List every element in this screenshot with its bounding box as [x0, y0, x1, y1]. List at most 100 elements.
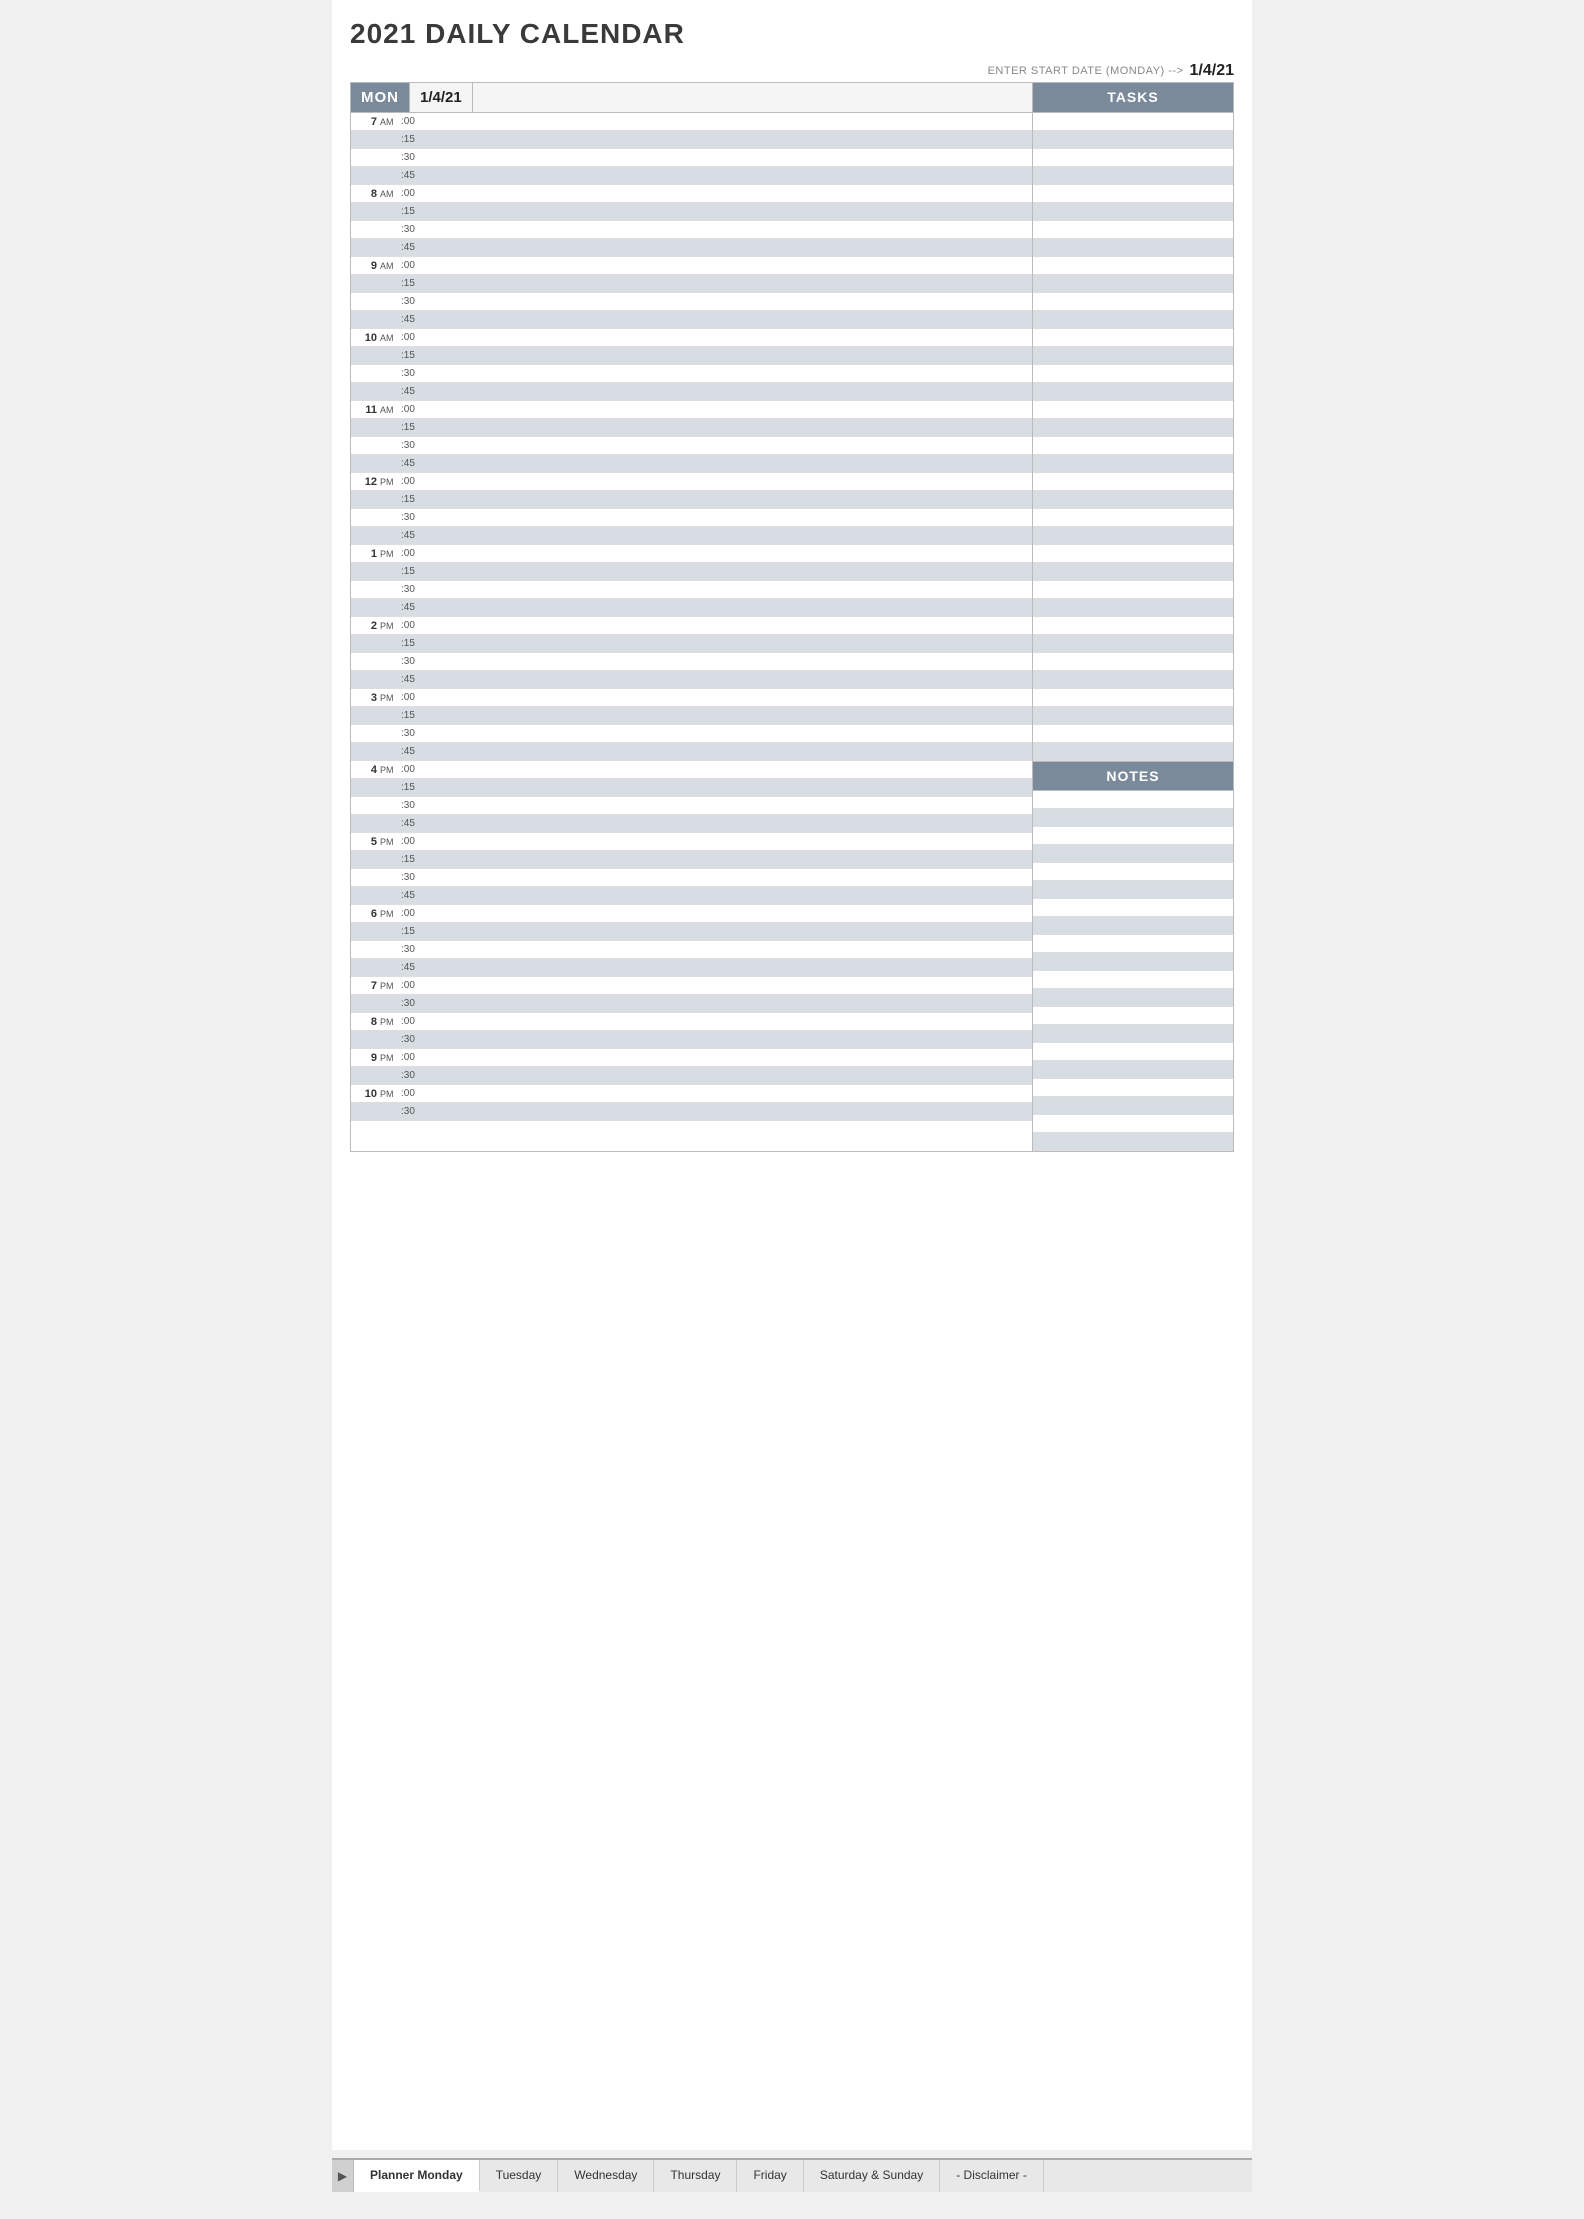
time-row[interactable]: 1PM:00 [351, 545, 1032, 563]
note-row[interactable] [1033, 953, 1233, 971]
task-row[interactable] [1033, 491, 1233, 509]
time-row[interactable]: :15 [351, 491, 1032, 509]
note-row[interactable] [1033, 989, 1233, 1007]
time-row[interactable]: :15 [351, 347, 1032, 365]
time-row[interactable]: 9PM:00 [351, 1049, 1032, 1067]
time-row[interactable]: 12PM:00 [351, 473, 1032, 491]
task-row[interactable] [1033, 599, 1233, 617]
time-row[interactable]: :30 [351, 293, 1032, 311]
time-row[interactable]: :30 [351, 1103, 1032, 1121]
time-row[interactable]: :30 [351, 365, 1032, 383]
time-row[interactable]: :15 [351, 563, 1032, 581]
task-row[interactable] [1033, 545, 1233, 563]
task-row[interactable] [1033, 689, 1233, 707]
tab-planner-monday[interactable]: Planner Monday [354, 2160, 480, 2192]
time-row[interactable]: :45 [351, 527, 1032, 545]
note-row[interactable] [1033, 827, 1233, 845]
time-row[interactable]: :30 [351, 1031, 1032, 1049]
note-row[interactable] [1033, 1079, 1233, 1097]
note-row[interactable] [1033, 1061, 1233, 1079]
time-row[interactable]: 6PM:00 [351, 905, 1032, 923]
note-row[interactable] [1033, 809, 1233, 827]
task-row[interactable] [1033, 581, 1233, 599]
header-date[interactable]: 1/4/21 [410, 83, 473, 112]
time-row[interactable]: :30 [351, 509, 1032, 527]
time-row[interactable]: :30 [351, 437, 1032, 455]
task-row[interactable] [1033, 275, 1233, 293]
task-row[interactable] [1033, 617, 1233, 635]
time-row[interactable]: 10PM:00 [351, 1085, 1032, 1103]
start-date-value[interactable]: 1/4/21 [1190, 62, 1234, 80]
tab---disclaimer--[interactable]: - Disclaimer - [940, 2160, 1044, 2192]
time-row[interactable]: :30 [351, 941, 1032, 959]
tab-friday[interactable]: Friday [737, 2160, 803, 2192]
note-row[interactable] [1033, 935, 1233, 953]
task-row[interactable] [1033, 743, 1233, 761]
time-row[interactable]: :45 [351, 455, 1032, 473]
time-row[interactable]: :45 [351, 167, 1032, 185]
task-row[interactable] [1033, 437, 1233, 455]
time-row[interactable]: 3PM:00 [351, 689, 1032, 707]
time-row[interactable]: :15 [351, 203, 1032, 221]
task-row[interactable] [1033, 563, 1233, 581]
time-row[interactable]: :15 [351, 131, 1032, 149]
task-row[interactable] [1033, 635, 1233, 653]
time-row[interactable]: 10AM:00 [351, 329, 1032, 347]
task-row[interactable] [1033, 257, 1233, 275]
time-row[interactable]: 7PM:00 [351, 977, 1032, 995]
task-row[interactable] [1033, 365, 1233, 383]
note-row[interactable] [1033, 1007, 1233, 1025]
time-row[interactable]: :15 [351, 419, 1032, 437]
time-row[interactable]: :30 [351, 149, 1032, 167]
time-row[interactable]: :30 [351, 581, 1032, 599]
time-row[interactable]: :15 [351, 275, 1032, 293]
time-row[interactable]: :45 [351, 959, 1032, 977]
tab-thursday[interactable]: Thursday [654, 2160, 737, 2192]
time-row[interactable]: 8AM:00 [351, 185, 1032, 203]
time-row[interactable]: :15 [351, 707, 1032, 725]
time-row[interactable]: :30 [351, 1067, 1032, 1085]
tab-saturday-&-sunday[interactable]: Saturday & Sunday [804, 2160, 940, 2192]
time-row[interactable]: :30 [351, 725, 1032, 743]
note-row[interactable] [1033, 791, 1233, 809]
task-row[interactable] [1033, 725, 1233, 743]
note-row[interactable] [1033, 971, 1233, 989]
task-row[interactable] [1033, 185, 1233, 203]
task-row[interactable] [1033, 293, 1233, 311]
task-row[interactable] [1033, 221, 1233, 239]
task-row[interactable] [1033, 419, 1233, 437]
tab-tuesday[interactable]: Tuesday [480, 2160, 559, 2192]
time-row[interactable]: :45 [351, 311, 1032, 329]
time-row[interactable]: :45 [351, 815, 1032, 833]
time-row[interactable]: 8PM:00 [351, 1013, 1032, 1031]
task-row[interactable] [1033, 455, 1233, 473]
note-row[interactable] [1033, 899, 1233, 917]
time-row[interactable]: :45 [351, 599, 1032, 617]
task-row[interactable] [1033, 401, 1233, 419]
task-row[interactable] [1033, 149, 1233, 167]
time-row[interactable]: :15 [351, 635, 1032, 653]
time-row[interactable]: :45 [351, 887, 1032, 905]
task-row[interactable] [1033, 113, 1233, 131]
time-row[interactable]: 11AM:00 [351, 401, 1032, 419]
note-row[interactable] [1033, 1133, 1233, 1151]
note-row[interactable] [1033, 881, 1233, 899]
task-row[interactable] [1033, 473, 1233, 491]
note-row[interactable] [1033, 917, 1233, 935]
task-row[interactable] [1033, 671, 1233, 689]
tab-wednesday[interactable]: Wednesday [558, 2160, 654, 2192]
time-row[interactable]: :45 [351, 239, 1032, 257]
time-row[interactable]: :30 [351, 221, 1032, 239]
time-row[interactable]: 7AM:00 [351, 113, 1032, 131]
time-row[interactable]: :30 [351, 869, 1032, 887]
task-row[interactable] [1033, 347, 1233, 365]
time-row[interactable]: :30 [351, 797, 1032, 815]
note-row[interactable] [1033, 1115, 1233, 1133]
time-row[interactable]: 4PM:00 [351, 761, 1032, 779]
time-row[interactable]: :45 [351, 671, 1032, 689]
time-row[interactable]: :45 [351, 383, 1032, 401]
task-row[interactable] [1033, 167, 1233, 185]
note-row[interactable] [1033, 1097, 1233, 1115]
task-row[interactable] [1033, 131, 1233, 149]
time-row[interactable]: :15 [351, 851, 1032, 869]
